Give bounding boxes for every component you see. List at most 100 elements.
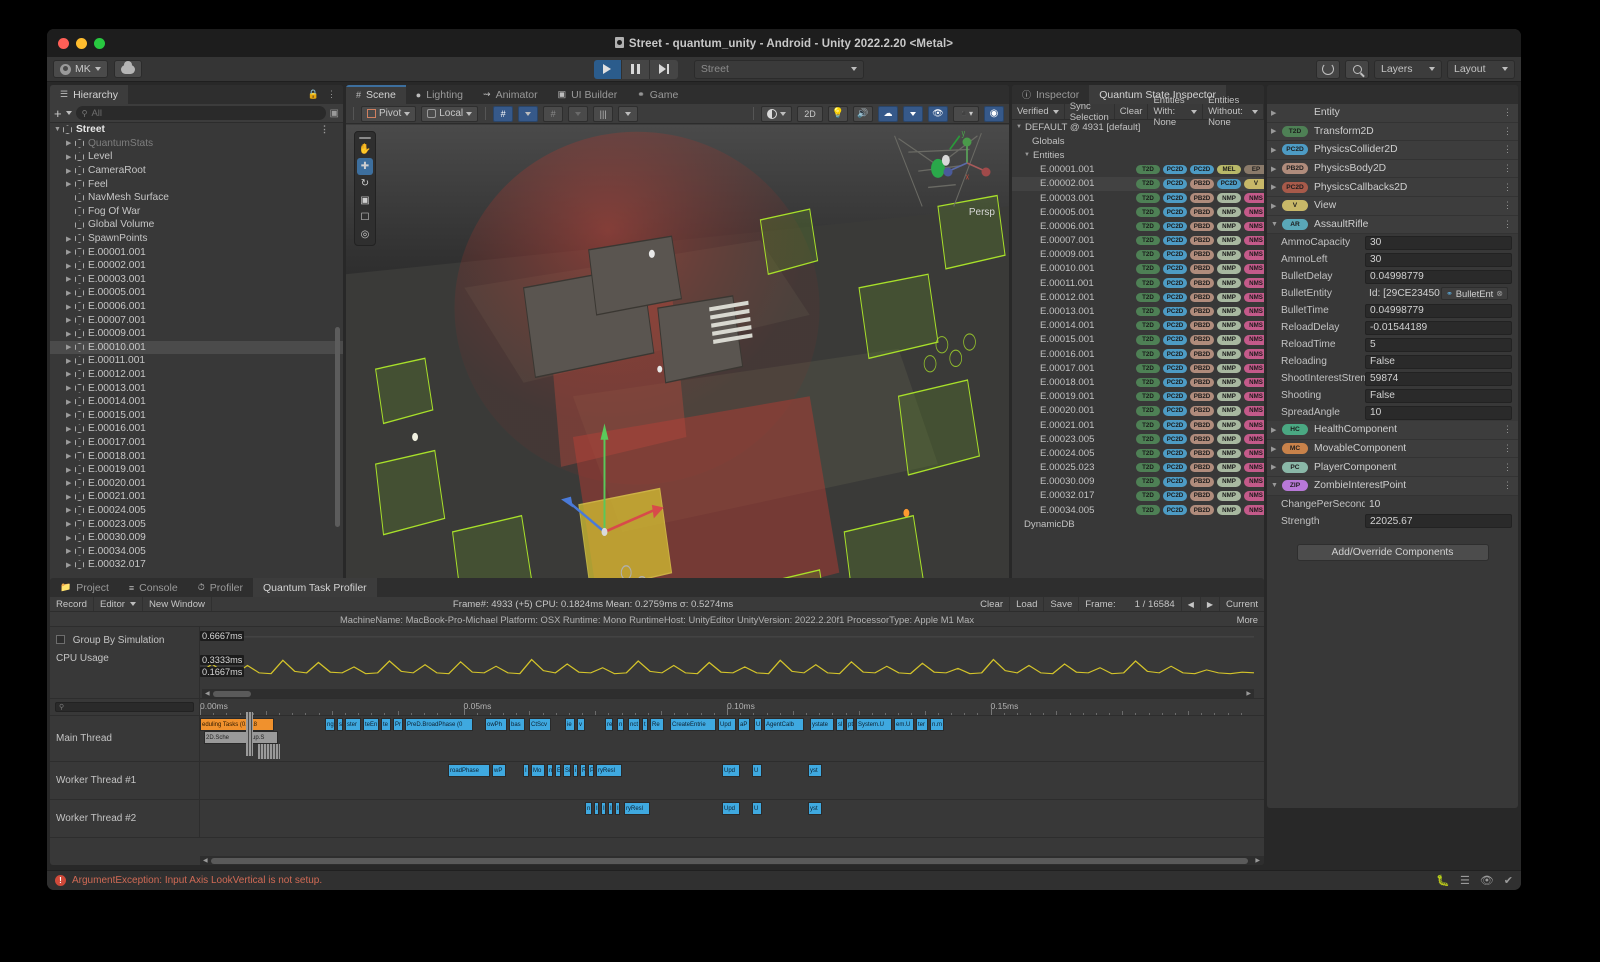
component-chip[interactable]: T2D — [1136, 505, 1160, 515]
component-chip[interactable]: NMP — [1217, 335, 1241, 345]
disclosure-triangle-icon[interactable]: ▶ — [66, 520, 75, 528]
inspector-component-header[interactable]: ▶ PC PlayerComponent ⋮ — [1267, 458, 1518, 477]
inspector-component-header[interactable]: ▶ MC MovableComponent ⋮ — [1267, 439, 1518, 459]
record-button[interactable]: Record — [50, 597, 94, 611]
tab-game[interactable]: ⚭ Game — [627, 85, 688, 104]
component-chip[interactable]: NMS — [1244, 420, 1264, 430]
component-chip[interactable]: T2D — [1136, 335, 1160, 345]
move-tool-button[interactable]: ✚ — [357, 158, 373, 175]
disclosure-triangle-icon[interactable]: ▶ — [66, 275, 75, 283]
disclosure-triangle-icon[interactable]: ▶ — [66, 235, 75, 243]
quantum-entity-row[interactable]: E.00010.001 T2D PC2D PB2D NMP NMS — [1012, 262, 1264, 276]
component-chip[interactable]: NMP — [1217, 193, 1241, 203]
component-chip[interactable]: T2D — [1136, 306, 1160, 317]
tab-ui-builder[interactable]: ▣ UI Builder — [548, 85, 628, 104]
close-button[interactable] — [58, 37, 69, 49]
hierarchy-item[interactable]: ▶ Feel — [50, 177, 343, 191]
profiler-block[interactable]: sl — [836, 718, 844, 731]
inspector-component-header[interactable]: ▼ AR AssaultRifle ⋮ — [1267, 215, 1518, 235]
component-chip[interactable]: NMS — [1244, 434, 1264, 444]
history-button[interactable] — [1316, 59, 1340, 79]
component-chip[interactable]: T2D — [1136, 179, 1160, 189]
profiler-block[interactable]: i — [573, 764, 578, 777]
profiler-block[interactable]: System.U — [856, 718, 892, 731]
inspector-component-header[interactable]: ▶ PC2D PhysicsCollider2D ⋮ — [1267, 141, 1518, 160]
profiler-block[interactable]: aP — [738, 718, 750, 731]
component-chip[interactable]: NMS — [1244, 377, 1264, 388]
field-value[interactable]: 0.04998779 — [1365, 269, 1512, 284]
hierarchy-item[interactable]: ▶ E.00007.001 — [50, 313, 343, 327]
component-chip[interactable]: NMP — [1217, 207, 1241, 217]
disclosure-triangle-icon[interactable]: ▶ — [1271, 463, 1282, 471]
hierarchy-item[interactable]: ▶ E.00001.001 — [50, 245, 343, 259]
layers-icon[interactable]: ☰ — [1460, 874, 1470, 887]
component-chip[interactable]: PB2D — [1190, 335, 1214, 345]
field-value[interactable]: 0.04998779 — [1365, 303, 1512, 318]
component-menu-icon[interactable]: ⋮ — [1503, 144, 1512, 155]
profiler-block[interactable]: up.S — [250, 731, 278, 744]
component-chip[interactable]: PC2D — [1217, 179, 1241, 189]
play-button[interactable] — [593, 59, 622, 79]
profiler-block[interactable]: U — [752, 802, 762, 815]
component-chip[interactable]: PB2D — [1190, 193, 1214, 203]
component-chip[interactable]: PC2D — [1163, 264, 1187, 274]
profiler-block[interactable]: Mo — [531, 764, 545, 777]
quantum-entity-row[interactable]: E.00032.017 T2D PC2D PB2D NMP NMS — [1012, 489, 1264, 503]
component-chip[interactable]: NMS — [1244, 335, 1264, 345]
inspector-field[interactable]: ShootInterestStren 59874 — [1267, 370, 1518, 387]
component-menu-icon[interactable]: ⋮ — [1503, 126, 1512, 137]
disclosure-triangle-icon[interactable]: ▶ — [1271, 183, 1282, 191]
component-chip[interactable]: PC2D — [1163, 164, 1187, 175]
quantum-entity-row[interactable]: E.00012.001 T2D PC2D PB2D NMP NMS — [1012, 290, 1264, 304]
component-chip[interactable]: NMS — [1244, 235, 1264, 246]
quantum-entity-row[interactable]: E.00001.001 T2D PC2D PC2D MEL EP — [1012, 163, 1264, 177]
quantum-dynamic-db[interactable]: DynamicDB — [1012, 517, 1264, 531]
inspector-field[interactable]: SpreadAngle 10 — [1267, 404, 1518, 421]
grid-snap-toggle[interactable]: # — [493, 105, 514, 122]
component-chip[interactable]: PC2D — [1163, 505, 1187, 515]
component-chip[interactable]: NMP — [1217, 434, 1241, 444]
editor-dropdown[interactable]: Editor — [94, 597, 143, 611]
field-value[interactable]: 10 — [1365, 405, 1512, 420]
add-object-button[interactable]: + — [54, 107, 62, 120]
hierarchy-item[interactable]: NavMesh Surface — [50, 191, 343, 205]
inspector-field[interactable]: Strength 22025.67 — [1267, 513, 1518, 530]
component-chip[interactable]: T2D — [1136, 391, 1160, 402]
hierarchy-item[interactable]: ▶ E.00011.001 — [50, 354, 343, 368]
layers-dropdown[interactable]: Layers — [1374, 59, 1442, 79]
component-chip[interactable]: NMS — [1244, 193, 1264, 203]
component-menu-icon[interactable]: ⋮ — [1503, 424, 1512, 435]
thread-timeline[interactable]: roadPhase wP I Mo n E Si i R PryResl Upd Uyst — [200, 762, 1264, 799]
profiler-block[interactable]: ng — [325, 718, 335, 731]
disclosure-triangle-icon[interactable]: ▶ — [1271, 426, 1282, 434]
tab-scene[interactable]: # Scene — [346, 85, 406, 104]
window-controls[interactable] — [58, 37, 105, 49]
profiler-block[interactable]: U — [754, 718, 762, 731]
profiler-block[interactable]: PreD.BroadPhase (0 — [405, 718, 473, 731]
hierarchy-row-menu-icon[interactable]: ⋮ — [320, 124, 329, 135]
component-chip[interactable]: NMP — [1217, 235, 1241, 246]
scene-visibility-toggle[interactable]: 👁 — [928, 105, 948, 122]
quantum-entity-row[interactable]: E.00014.001 T2D PC2D PB2D NMP NMS — [1012, 319, 1264, 333]
hierarchy-item[interactable]: Global Volume — [50, 218, 343, 232]
search-button[interactable] — [1345, 59, 1369, 79]
component-chip[interactable]: T2D — [1136, 420, 1160, 430]
quantum-entity-row[interactable]: E.00011.001 T2D PC2D PB2D NMP NMS — [1012, 276, 1264, 290]
component-chip[interactable]: NMS — [1244, 320, 1264, 331]
component-chip[interactable]: NMS — [1244, 406, 1264, 416]
component-chip[interactable]: PC2D — [1163, 221, 1187, 232]
quantum-entity-row[interactable]: E.00009.001 T2D PC2D PB2D NMP NMS — [1012, 248, 1264, 262]
component-chip[interactable]: PC2D — [1163, 320, 1187, 331]
profiler-block[interactable]: Upd — [722, 802, 740, 815]
profiler-block[interactable]: n — [547, 764, 553, 777]
component-chip[interactable]: PB2D — [1190, 235, 1214, 246]
profiler-block[interactable]: R — [580, 764, 586, 777]
disclosure-triangle-icon[interactable]: ▶ — [66, 262, 75, 270]
close-icon[interactable]: ⊗ — [1496, 289, 1503, 298]
component-chip[interactable]: NMS — [1244, 391, 1264, 402]
component-chip[interactable]: PC2D — [1163, 349, 1187, 359]
inspector-component-header[interactable]: ▶ T2D Transform2D ⋮ — [1267, 122, 1518, 142]
grid-visibility-dropdown[interactable] — [568, 105, 589, 122]
component-menu-icon[interactable]: ⋮ — [1503, 219, 1512, 230]
camera-settings-dropdown[interactable]: ◾▾ — [953, 105, 979, 122]
